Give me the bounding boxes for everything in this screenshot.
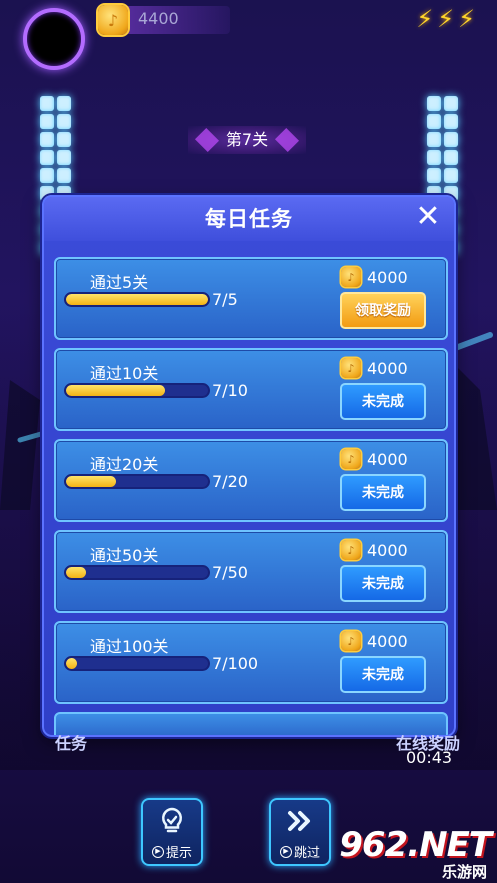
play-icon: ▶ (279, 845, 292, 858)
reward-amount: 4000 (367, 358, 408, 378)
incomplete-button[interactable]: 未完成 (340, 383, 426, 420)
skip-label: 跳过 (293, 846, 320, 861)
task-list: 通过5关 7/5 ♪ 4000 领取奖励 通过10关 7/10 ♪ 4000 未… (54, 257, 448, 712)
bolt-icon: ⚡ (437, 5, 455, 33)
player-avatar[interactable] (23, 8, 85, 70)
progress-fill (66, 567, 86, 578)
task-card: 通过10关 7/10 ♪ 4000 未完成 (54, 348, 448, 431)
level-badge: 第7关 (188, 126, 306, 154)
task-title: 通过100关 (90, 637, 169, 656)
task-card: 通过50关 7/50 ♪ 4000 未完成 (54, 530, 448, 613)
reward: ♪ 4000 (341, 267, 408, 287)
reward: ♪ 4000 (341, 540, 408, 560)
coin-icon: ♪ (341, 358, 361, 378)
coin-icon: ♪ (341, 449, 361, 469)
fast-forward-icon (271, 806, 329, 836)
progress-text: 7/50 (212, 563, 248, 582)
progress-bar (64, 383, 210, 398)
coin-count: 4400 (138, 9, 179, 28)
lightbulb-icon (143, 806, 201, 836)
task-card: 通过100关 7/100 ♪ 4000 未完成 (54, 621, 448, 704)
hint-button[interactable]: ▶ 提示 (141, 798, 203, 866)
progress-fill (66, 385, 166, 396)
reward: ♪ 4000 (341, 631, 408, 651)
task-card: 通过5关 7/5 ♪ 4000 领取奖励 (54, 257, 448, 340)
claim-reward-button[interactable]: 领取奖励 (340, 292, 426, 329)
progress-bar (64, 656, 210, 671)
bolt-icon: ⚡ (416, 5, 434, 33)
task-card: 通过20关 7/20 ♪ 4000 未完成 (54, 439, 448, 522)
coin-icon: ♪ (341, 540, 361, 560)
reward-amount: 4000 (367, 267, 408, 287)
energy-bolts: ⚡ ⚡ ⚡ (416, 5, 475, 33)
task-title: 通过50关 (90, 546, 159, 565)
incomplete-button[interactable]: 未完成 (340, 474, 426, 511)
progress-fill (66, 294, 208, 305)
watermark-main: 962.NET (339, 825, 492, 865)
progress-text: 7/10 (212, 381, 248, 400)
reward-amount: 4000 (367, 631, 408, 651)
daily-tasks-modal: 每日任务 ✕ 通过5关 7/5 ♪ 4000 领取奖励 通过10关 7/10 ♪… (42, 195, 456, 737)
progress-bar (64, 292, 210, 307)
coin-icon: ♪ (341, 631, 361, 651)
progress-text: 7/5 (212, 290, 238, 309)
task-title: 通过5关 (90, 273, 149, 292)
modal-title: 每日任务 (44, 197, 454, 241)
progress-text: 7/100 (212, 654, 259, 673)
play-icon: ▶ (151, 845, 164, 858)
reward-amount: 4000 (367, 540, 408, 560)
progress-fill (66, 476, 116, 487)
task-title: 通过10关 (90, 364, 159, 383)
watermark-sub: 乐游网 (441, 863, 487, 881)
skip-button[interactable]: ▶ 跳过 (269, 798, 331, 866)
progress-fill (66, 658, 78, 669)
coin-icon: ♪ (98, 5, 128, 35)
tasks-label[interactable]: 任务 (55, 730, 87, 754)
coin-icon: ♪ (341, 267, 361, 287)
incomplete-button[interactable]: 未完成 (340, 565, 426, 602)
progress-bar (64, 474, 210, 489)
reward: ♪ 4000 (341, 358, 408, 378)
progress-text: 7/20 (212, 472, 248, 491)
hint-label: 提示 (165, 846, 192, 861)
bolt-icon: ⚡ (458, 5, 475, 33)
incomplete-button[interactable]: 未完成 (340, 656, 426, 693)
reward-amount: 4000 (367, 449, 408, 469)
close-icon[interactable]: ✕ (412, 202, 444, 234)
progress-bar (64, 565, 210, 580)
online-reward-timer: 00:43 (406, 748, 453, 767)
task-title: 通过20关 (90, 455, 159, 474)
site-watermark: 962.NET 乐游网 (339, 825, 492, 881)
reward: ♪ 4000 (341, 449, 408, 469)
task-card-partial (54, 712, 448, 735)
